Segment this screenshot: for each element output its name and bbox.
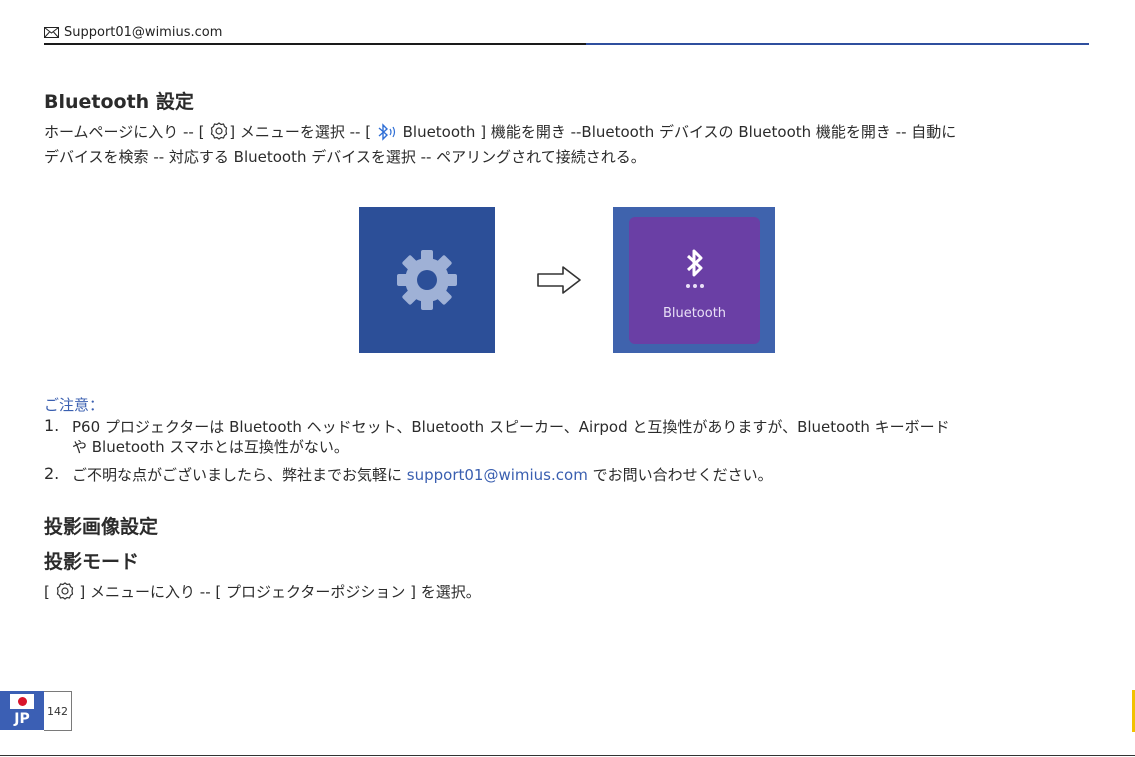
mail-icon — [44, 27, 59, 38]
notes-item-1: 1. P60 プロジェクターは Bluetooth ヘッドセット、Bluetoo… — [44, 416, 1104, 464]
section-title-bluetooth: Bluetooth 設定 — [44, 91, 194, 113]
section1-line1-c: Bluetooth ] 機能を開き --Bluetooth デバイスの Blue… — [397, 123, 957, 141]
header-rule-blue — [586, 43, 1089, 45]
notes-item-2-text-a: ご不明な点がございましたら、弊社までお気軽に — [72, 466, 407, 484]
support-email-link[interactable]: support01@wimius.com — [407, 466, 588, 484]
notes-item-2: 2. ご不明な点がございましたら、弊社までお気軽に support01@wimi… — [44, 464, 1104, 486]
header-email-text: Support01@wimius.com — [64, 25, 223, 40]
bluetooth-dots — [686, 284, 704, 288]
country-badge: JP — [0, 691, 44, 730]
section1-line2: デバイスを検索 -- 対応する Bluetooth デバイスを選択 -- ペアリ… — [44, 148, 646, 166]
japan-flag-icon — [10, 694, 34, 709]
notes-item-2-text-b: でお問い合わせください。 — [587, 466, 773, 484]
notes-item-1-number: 1. — [44, 416, 60, 435]
bluetooth-tile-label: Bluetooth — [662, 306, 727, 321]
section-title-projection: 投影画像設定 — [44, 516, 159, 538]
settings-screen-image — [359, 207, 495, 353]
notes-item-1-line2: や Bluetooth スマホとは互換性がない。 — [72, 438, 349, 456]
bluetooth-tile: Bluetooth — [629, 217, 760, 344]
notes-item-1-line1: P60 プロジェクターは Bluetooth ヘッドセット、Bluetooth … — [72, 418, 950, 436]
arrow-right-icon — [537, 266, 581, 294]
notes-title: ご注意： — [44, 396, 105, 414]
header-email: Support01@wimius.com — [44, 25, 222, 40]
header-rule-dark — [44, 43, 586, 45]
section2-line-b: ] メニューに入り -- [ プロジェクターポジション ] を選択。 — [74, 583, 481, 601]
section-subtitle-projection-mode: 投影モード — [44, 551, 140, 573]
bluetooth-icon — [378, 123, 395, 141]
settings-gear-icon-large — [397, 250, 457, 310]
settings-gear-icon — [56, 582, 73, 600]
bluetooth-icon-large — [686, 249, 703, 277]
section2-line-a: [ — [44, 583, 55, 601]
bluetooth-screen-image: Bluetooth — [613, 207, 775, 353]
section1-line1-b: ] メニューを選択 -- [ — [229, 123, 376, 141]
notes-item-2-text: ご不明な点がございましたら、弊社までお気軽に support01@wimius.… — [72, 464, 773, 485]
settings-gear-icon — [211, 122, 228, 140]
footer-rule — [0, 755, 1135, 756]
notes-item-2-number: 2. — [44, 464, 60, 483]
country-code: JP — [14, 711, 30, 727]
page-number: 142 — [44, 691, 72, 731]
section1-line1: ホームページに入り -- [ ] メニューを選択 -- [ Bluetooth … — [44, 120, 956, 144]
section2-line: [ ] メニューに入り -- [ プロジェクターポジション ] を選択。 — [44, 580, 481, 604]
section1-line1-a: ホームページに入り -- [ — [44, 123, 210, 141]
